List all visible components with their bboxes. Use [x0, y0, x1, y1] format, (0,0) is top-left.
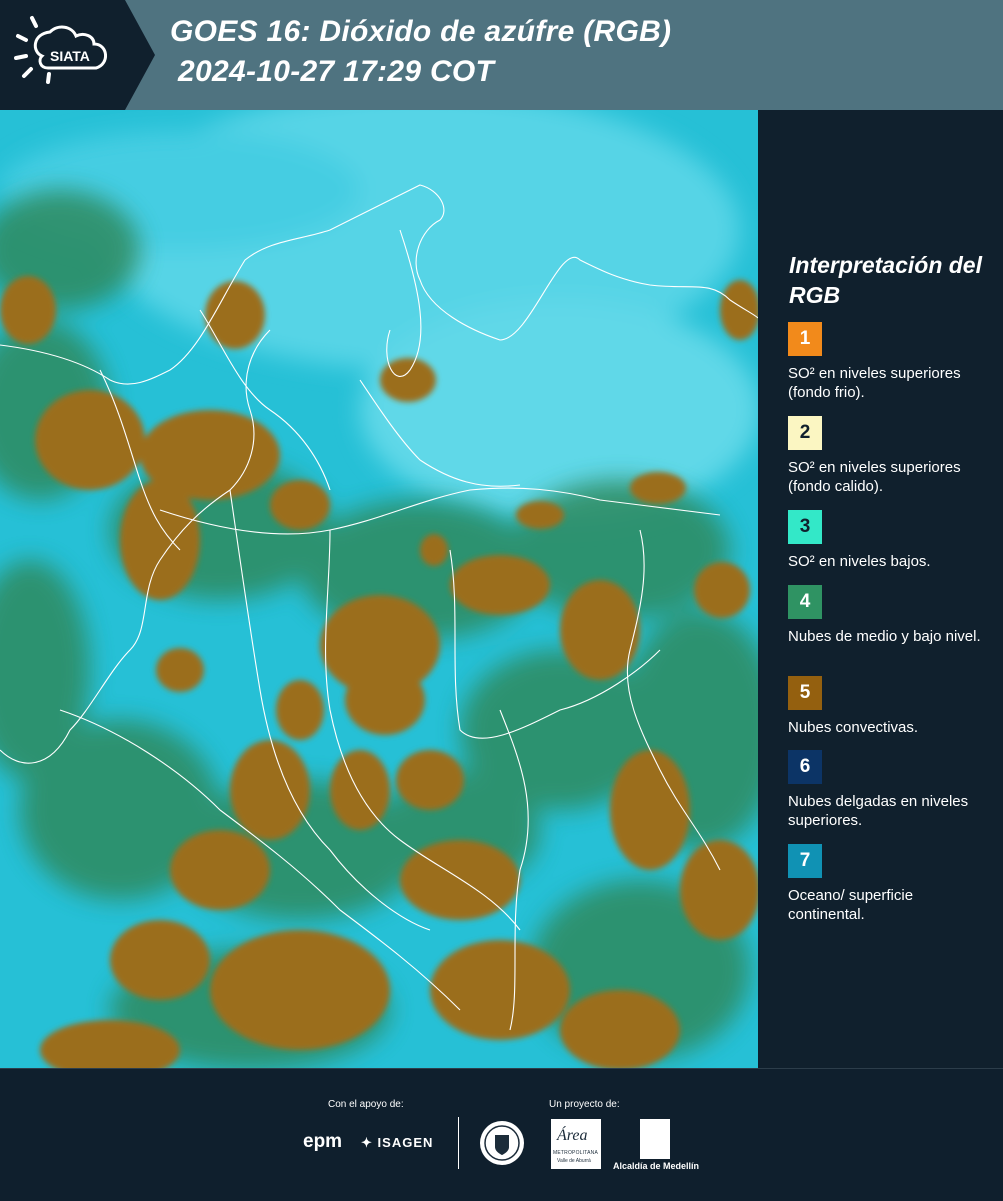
legend-swatch-3: 3: [788, 510, 822, 544]
area-logo-subtext: METROPOLITANA: [553, 1150, 599, 1156]
epm-logo-text: epm: [303, 1131, 343, 1152]
legend-item-4: 4 Nubes de medio y bajo nivel.: [788, 585, 993, 646]
page-timestamp: 2024-10-27 17:29 COT: [178, 55, 495, 88]
siata-logo: SIATA: [14, 14, 124, 94]
satellite-map[interactable]: [0, 110, 758, 1068]
isagen-logo-text: ISAGEN: [377, 1135, 434, 1150]
legend-item-7: 7 Oceano/ superficie continental.: [788, 844, 993, 924]
legend-item-6: 6 Nubes delgadas en niveles superiores.: [788, 750, 993, 830]
legend-panel: Interpretación del RGB 1 SO² en niveles …: [760, 110, 1003, 1068]
legend-swatch-2: 2: [788, 416, 822, 450]
legend-swatch-6: 6: [788, 750, 822, 784]
sun-cloud-icon: SIATA: [14, 16, 107, 84]
isagen-logo[interactable]: ✦ ISAGEN: [361, 1135, 433, 1151]
alcaldia-text: Alcaldía de Medellín: [613, 1161, 700, 1171]
legend-swatch-7: 7: [788, 844, 822, 878]
legend-swatch-1: 1: [788, 322, 822, 356]
legend-text-1: SO² en niveles superiores (fondo frio).: [788, 365, 961, 401]
project-label: Un proyecto de:: [549, 1099, 620, 1110]
legend-text-4: Nubes de medio y bajo nivel.: [788, 628, 981, 645]
support-label: Con el apoyo de:: [328, 1099, 404, 1110]
legend-title: Interpretación del RGB: [789, 252, 982, 308]
area-logo-subtext-2: Valle de Aburrá: [557, 1158, 591, 1164]
footer: Con el apoyo de: Un proyecto de: epm ✦ I…: [0, 1068, 1003, 1201]
isagen-star-icon: ✦: [361, 1135, 373, 1150]
legend-item-5: 5 Nubes convectivas.: [788, 676, 993, 737]
legend-text-5: Nubes convectivas.: [788, 719, 919, 736]
legend-item-3: 3 SO² en niveles bajos.: [788, 510, 993, 571]
legend-text-2: SO² en niveles superiores (fondo calido)…: [788, 459, 961, 495]
area-metropolitana-logo[interactable]: Área METROPOLITANA Valle de Aburrá: [551, 1119, 601, 1169]
legend-text-7: Oceano/ superficie continental.: [788, 887, 914, 923]
legend-text-3: SO² en niveles bajos.: [788, 553, 931, 570]
legend-item-1: 1 SO² en niveles superiores (fondo frio)…: [788, 322, 993, 402]
area-logo-text: Área: [557, 1127, 588, 1144]
page-title: GOES 16: Dióxido de azúfre (RGB): [170, 15, 672, 48]
legend-swatch-5: 5: [788, 676, 822, 710]
epm-logo[interactable]: epm: [303, 1131, 342, 1153]
siata-brand-text: SIATA: [50, 48, 90, 64]
legend-text-6: Nubes delgadas en niveles superiores.: [788, 793, 969, 829]
medellin-seal[interactable]: [478, 1119, 526, 1172]
legend-item-2: 2 SO² en niveles superiores (fondo calid…: [788, 416, 993, 496]
footer-divider: [458, 1117, 459, 1169]
seal-icon: [480, 1121, 524, 1165]
alcaldia-shield: [640, 1119, 670, 1159]
legend-swatch-4: 4: [788, 585, 822, 619]
satellite-image: [0, 110, 758, 1068]
alcaldia-logo[interactable]: Alcaldía de Medellín: [613, 1161, 699, 1171]
